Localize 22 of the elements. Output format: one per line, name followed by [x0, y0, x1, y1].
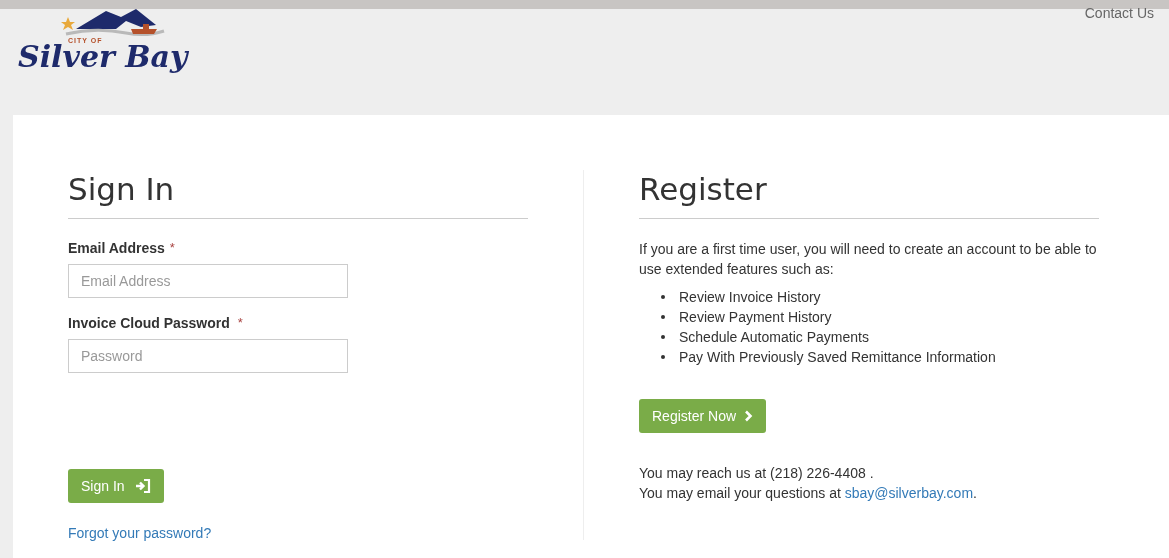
field-label: Invoice Cloud Password [68, 315, 230, 331]
register-heading: Register [639, 171, 1099, 219]
email-text: You may email your questions at sbay@silverbay.com. [639, 484, 977, 503]
feature-item: Review Payment History [679, 308, 832, 327]
sign-in-button[interactable]: Sign In [68, 469, 164, 503]
register-now-button[interactable]: Register Now [639, 399, 767, 433]
sign-in-icon [134, 479, 151, 493]
contact-link[interactable]: Contact Us [1084, 5, 1154, 21]
field-label: Email Address [68, 240, 165, 256]
intro-text: If you are a first time user, you will need to create an account to be able to use extended features such as: [639, 240, 1098, 279]
required-marker: * [169, 240, 175, 255]
required-marker: * [237, 315, 243, 330]
input-field[interactable]: Password [68, 339, 348, 373]
input-field[interactable]: Email Address [68, 264, 348, 298]
chevron-right-icon [744, 410, 754, 422]
forgot-password-link[interactable]: Forgot your password? [68, 525, 212, 541]
phone-text: You may reach us at (218) 226-4408 . [639, 464, 874, 483]
feature-item: Pay With Previously Saved Remittance Information [679, 348, 996, 367]
logo-name: Silver Bay [18, 42, 188, 72]
feature-item: Schedule Automatic Payments [679, 328, 869, 347]
sign-in-heading: Sign In [68, 171, 528, 219]
feature-item: Review Invoice History [679, 288, 821, 307]
